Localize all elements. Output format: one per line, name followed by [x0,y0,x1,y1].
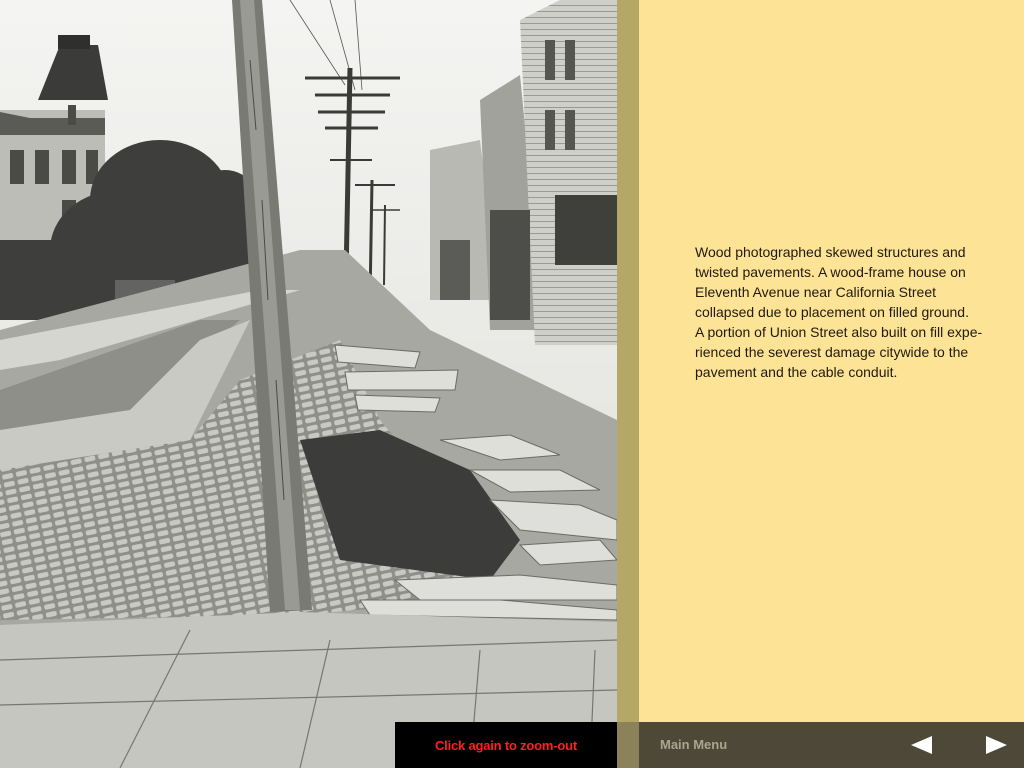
caption-text: Wood photographed skewed structures and … [695,244,983,380]
photo-panel[interactable] [0,0,617,768]
left-arrow-icon [911,736,932,754]
panel-divider [617,0,639,722]
zoom-out-label: Click again to zoom-out [434,737,577,753]
earthquake-damage-photo [0,0,617,768]
panel-divider-footer [617,722,639,768]
previous-page-button[interactable] [908,734,934,756]
caption-panel: Wood photographed skewed structures and … [639,0,1024,722]
viewer-screen: Wood photographed skewed structures and … [0,0,1024,768]
nav-bar: Main Menu [639,722,1024,768]
main-menu-button[interactable]: Main Menu [660,722,727,768]
next-page-button[interactable] [984,734,1010,756]
zoom-out-button[interactable]: Click again to zoom-out [395,722,617,768]
right-arrow-icon [986,736,1007,754]
